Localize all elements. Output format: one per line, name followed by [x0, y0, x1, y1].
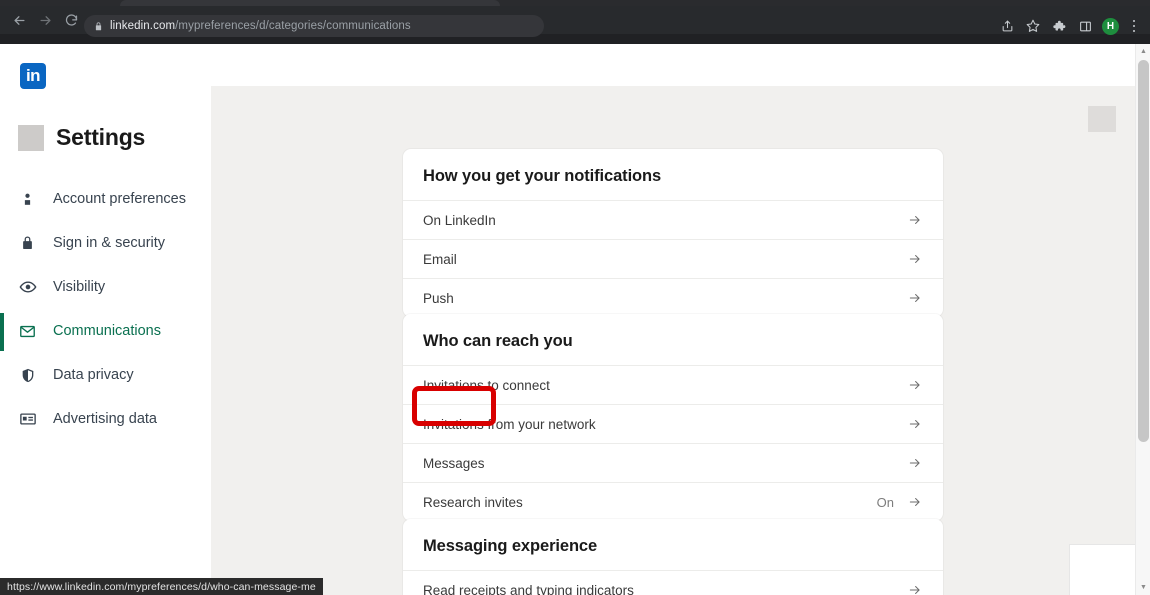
chevron-right-icon: [908, 252, 922, 266]
row-label: Invitations to connect: [423, 377, 550, 393]
scrollbar-thumb[interactable]: [1138, 60, 1149, 442]
sidebar-item-visibility[interactable]: Visibility: [0, 265, 211, 309]
row-label: Research invites: [423, 494, 523, 510]
lock-icon: [94, 21, 103, 32]
chevron-right-icon: [908, 417, 922, 431]
chevron-right-icon: [908, 583, 922, 595]
card-title: Messaging experience: [423, 537, 598, 555]
envelope-icon: [18, 322, 37, 341]
row-research-invites[interactable]: Research invites On: [403, 482, 943, 521]
reload-icon[interactable]: [58, 7, 84, 33]
share-icon[interactable]: [995, 14, 1019, 38]
settings-main-content: How you get your notifications On Linked…: [211, 86, 1135, 595]
card-who-can-reach-you: Who can reach you Invitations to connect…: [403, 314, 943, 521]
address-bar[interactable]: linkedin.com/mypreferences/d/categories/…: [84, 15, 544, 37]
card-title: Who can reach you: [423, 332, 573, 350]
eye-icon: [18, 278, 37, 297]
toolbar-actions: H: [995, 12, 1144, 40]
browser-window: linkedin.com/mypreferences/d/categories/…: [0, 0, 1150, 595]
row-push[interactable]: Push: [403, 278, 943, 317]
card-title: How you get your notifications: [423, 167, 662, 185]
page-scrollbar[interactable]: ▲ ▼: [1135, 44, 1150, 595]
row-label: Read receipts and typing indicators: [423, 582, 634, 595]
settings-avatar-placeholder: [18, 124, 44, 151]
sidebar-item-data-privacy[interactable]: Data privacy: [0, 353, 211, 397]
lock-icon: [18, 234, 37, 253]
row-label: Push: [423, 290, 454, 306]
chevron-right-icon: [908, 213, 922, 227]
chevron-right-icon: [908, 291, 922, 305]
card-messaging-experience: Messaging experience Read receipts and t…: [403, 519, 943, 595]
row-state: On: [876, 494, 894, 510]
linkedin-global-header: [0, 44, 1135, 86]
sidebar-item-label: Advertising data: [53, 411, 157, 427]
sidebar-item-sign-in-security[interactable]: Sign in & security: [0, 221, 211, 265]
back-arrow-icon[interactable]: [6, 7, 32, 33]
linkedin-logo[interactable]: in: [20, 63, 46, 89]
browser-toolbar: linkedin.com/mypreferences/d/categories/…: [0, 6, 1150, 37]
chevron-right-icon: [908, 456, 922, 470]
person-icon: [18, 190, 37, 209]
sidebar-item-account-preferences[interactable]: Account preferences: [0, 177, 211, 221]
settings-nav: Account preferences Sign in & security V…: [0, 177, 211, 441]
profile-avatar[interactable]: H: [1102, 17, 1119, 35]
sidebar-item-label: Visibility: [53, 279, 106, 295]
ad-card-icon: [18, 410, 37, 429]
status-bar-link: https://www.linkedin.com/mypreferences/d…: [0, 578, 323, 595]
url-host: linkedin.com: [110, 20, 176, 32]
chevron-right-icon: [908, 378, 922, 392]
sidebar-item-label: Data privacy: [53, 367, 134, 383]
url-path: /mypreferences/d/categories/communicatio…: [175, 20, 411, 32]
sidebar-item-label: Communications: [53, 323, 161, 339]
extensions-puzzle-icon[interactable]: [1047, 14, 1071, 38]
chevron-right-icon: [908, 495, 922, 509]
card-how-you-get-notifications: How you get your notifications On Linked…: [403, 149, 943, 317]
sidebar-item-communications[interactable]: Communications: [0, 309, 211, 353]
row-label: On LinkedIn: [423, 212, 496, 228]
row-label: Messages: [423, 455, 485, 471]
sidebar-item-advertising-data[interactable]: Advertising data: [0, 397, 211, 441]
row-messages[interactable]: Messages: [403, 443, 943, 482]
row-invitations-from-your-network[interactable]: Invitations from your network: [403, 404, 943, 443]
bookmark-star-icon[interactable]: [1021, 14, 1045, 38]
row-email[interactable]: Email: [403, 239, 943, 278]
forward-arrow-icon[interactable]: [32, 7, 58, 33]
page-title: Settings: [0, 86, 211, 151]
sidebar-item-label: Sign in & security: [53, 235, 166, 251]
settings-sidebar: Settings Account preferences Sign in & s…: [0, 86, 211, 595]
page-viewport: Settings Account preferences Sign in & s…: [0, 44, 1150, 595]
side-panel-icon[interactable]: [1073, 14, 1097, 38]
row-invitations-to-connect[interactable]: Invitations to connect: [403, 365, 943, 404]
scroll-up-arrow-icon[interactable]: ▲: [1136, 44, 1150, 59]
row-read-receipts-typing-indicators[interactable]: Read receipts and typing indicators: [403, 570, 943, 595]
row-on-linkedin[interactable]: On LinkedIn: [403, 200, 943, 239]
sidebar-item-label: Account preferences: [53, 191, 186, 207]
shield-icon: [18, 366, 37, 385]
row-label: Invitations from your network: [423, 416, 596, 432]
settings-title-text: Settings: [56, 124, 146, 150]
three-dot-menu-icon[interactable]: [1124, 14, 1144, 38]
scroll-down-arrow-icon[interactable]: ▼: [1136, 580, 1150, 595]
row-label: Email: [423, 251, 457, 267]
